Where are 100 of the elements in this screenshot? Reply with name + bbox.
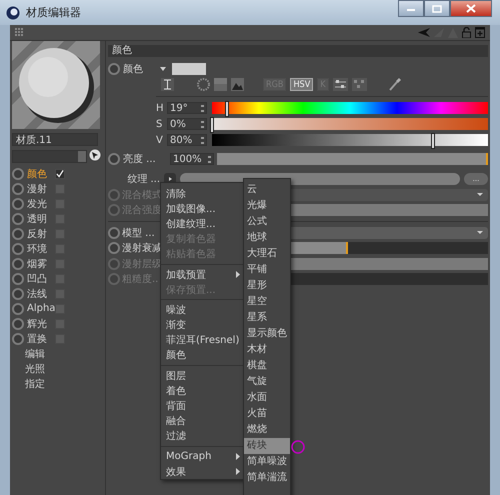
back-arrow-icon[interactable] (418, 28, 430, 37)
menu-item[interactable]: 加载预置 (161, 266, 244, 282)
maximize-button[interactable] (424, 0, 450, 17)
menu-item[interactable]: 公式 (244, 214, 290, 230)
new-panel-icon[interactable] (475, 27, 485, 38)
menu-item[interactable]: 渐变 (161, 318, 244, 333)
menu-item[interactable]: 水面 (244, 390, 290, 406)
menu-item[interactable]: 棋盘 (244, 358, 290, 374)
spectrum-icon[interactable] (161, 78, 174, 91)
number-field[interactable]: 0% (167, 118, 207, 130)
gradient-slider[interactable] (212, 102, 488, 114)
menu-item[interactable]: 加载图像... (161, 201, 244, 216)
channel-item[interactable]: 反射 (27, 226, 55, 240)
mode-button[interactable]: HSV (290, 78, 314, 91)
browse-button[interactable]: ... (464, 173, 488, 185)
menu-item[interactable]: 地球 (244, 230, 290, 246)
menu-item[interactable]: 星系 (244, 310, 290, 326)
color-swatch[interactable] (172, 62, 206, 74)
channel-item[interactable]: 颜色 (27, 166, 55, 180)
circle-icon[interactable] (108, 204, 120, 216)
channel-item[interactable]: 辉光 (27, 316, 55, 330)
circle-icon[interactable] (108, 188, 120, 201)
channel-item[interactable]: 烟雾 (27, 256, 55, 270)
channel-item[interactable]: 凹凸 (27, 272, 55, 286)
gradient-slider[interactable] (212, 134, 488, 146)
circle-icon[interactable] (108, 242, 120, 254)
caret-icon[interactable] (160, 66, 166, 70)
circle-icon[interactable] (108, 258, 120, 270)
circle-icon[interactable] (12, 318, 24, 330)
channel-item[interactable]: 环境 (27, 242, 55, 256)
circle-icon[interactable] (12, 258, 24, 270)
gradient-slider[interactable] (212, 118, 488, 130)
menu-item[interactable]: 着色 (161, 383, 244, 398)
slider[interactable] (217, 153, 488, 165)
circle-icon[interactable] (12, 332, 24, 344)
number-field[interactable]: 80% (167, 134, 207, 146)
checkbox[interactable] (55, 168, 65, 178)
color-wheel-icon[interactable] (197, 78, 210, 91)
circle-icon[interactable] (12, 272, 24, 284)
image-icon[interactable] (231, 78, 244, 91)
menu-item[interactable]: 云 (244, 182, 290, 198)
page-item[interactable]: 指定 (25, 376, 45, 390)
circle-icon[interactable] (12, 288, 24, 300)
menu-item[interactable]: 显示颜色 (244, 326, 290, 342)
material-name-field[interactable]: 材质.11 (12, 133, 98, 146)
circle-icon[interactable] (12, 198, 24, 210)
close-button[interactable] (450, 0, 492, 17)
menu-item[interactable]: 火苗 (244, 406, 290, 422)
menu-item[interactable]: 简单湍流 (244, 470, 290, 486)
channel-item[interactable]: 法线 (27, 286, 55, 300)
circle-icon[interactable] (108, 226, 120, 239)
pick-icon[interactable] (89, 149, 101, 161)
swatches-icon[interactable] (352, 78, 367, 91)
menu-item[interactable]: 清除 (161, 186, 244, 202)
menu-item[interactable]: 噪波 (161, 302, 244, 318)
channel-item[interactable]: 发光 (27, 196, 55, 210)
link-field[interactable] (12, 150, 87, 163)
slider-handle[interactable] (210, 117, 214, 133)
channel-item[interactable]: 漫射 (27, 182, 55, 196)
menu-item[interactable]: 星空 (244, 294, 290, 310)
sliders-icon[interactable] (332, 78, 348, 91)
menu-item[interactable]: 砖块 (244, 438, 290, 454)
slider-handle[interactable] (430, 133, 435, 149)
eyedropper-icon[interactable] (388, 78, 401, 91)
circle-icon[interactable] (12, 212, 24, 224)
circle-icon[interactable] (12, 302, 24, 314)
circle-icon[interactable] (12, 228, 24, 240)
page-item[interactable]: 光照 (25, 362, 45, 376)
menu-item[interactable]: 图层 (161, 368, 244, 384)
circle-icon[interactable] (12, 182, 24, 194)
menu-item[interactable]: 大理石 (244, 246, 290, 262)
menu-item[interactable]: 菲涅耳(Fresnel) (161, 332, 244, 348)
menu-item[interactable]: 平铺 (244, 262, 290, 278)
menu-item[interactable]: 背面 (161, 398, 244, 414)
lock-icon[interactable] (462, 27, 471, 38)
menu-item[interactable]: 燃烧 (244, 422, 290, 438)
menu-item[interactable]: 简单噪波 (244, 454, 290, 470)
slider-handle[interactable] (224, 101, 229, 117)
circle-icon[interactable] (108, 153, 120, 165)
circle-icon[interactable] (108, 62, 120, 74)
page-item[interactable]: 编辑 (25, 346, 45, 360)
menu-item[interactable]: 木材 (244, 342, 290, 358)
circle-icon[interactable] (108, 273, 120, 286)
menu-item[interactable]: 星形 (244, 278, 290, 294)
minimize-button[interactable] (398, 0, 424, 17)
grip-icon[interactable] (15, 28, 24, 37)
channel-item[interactable]: Alpha (27, 303, 55, 314)
menu-item[interactable]: 创建纹理... (161, 216, 244, 232)
menu-item[interactable]: 融合 (161, 414, 244, 429)
number-field[interactable]: 19° (167, 102, 207, 114)
menu-item[interactable]: MoGraph (161, 449, 244, 464)
menu-item[interactable]: 颜色 (161, 348, 244, 364)
channel-item[interactable]: 置换 (27, 332, 55, 346)
channel-item[interactable]: 透明 (27, 212, 55, 226)
menu-item[interactable]: 气旋 (244, 374, 290, 390)
menu-item[interactable]: 光爆 (244, 198, 290, 214)
circle-icon[interactable] (12, 242, 24, 254)
circle-icon[interactable] (12, 168, 24, 180)
menu-item[interactable]: 过滤 (161, 428, 244, 444)
menu-item[interactable]: 效果 (161, 464, 244, 480)
